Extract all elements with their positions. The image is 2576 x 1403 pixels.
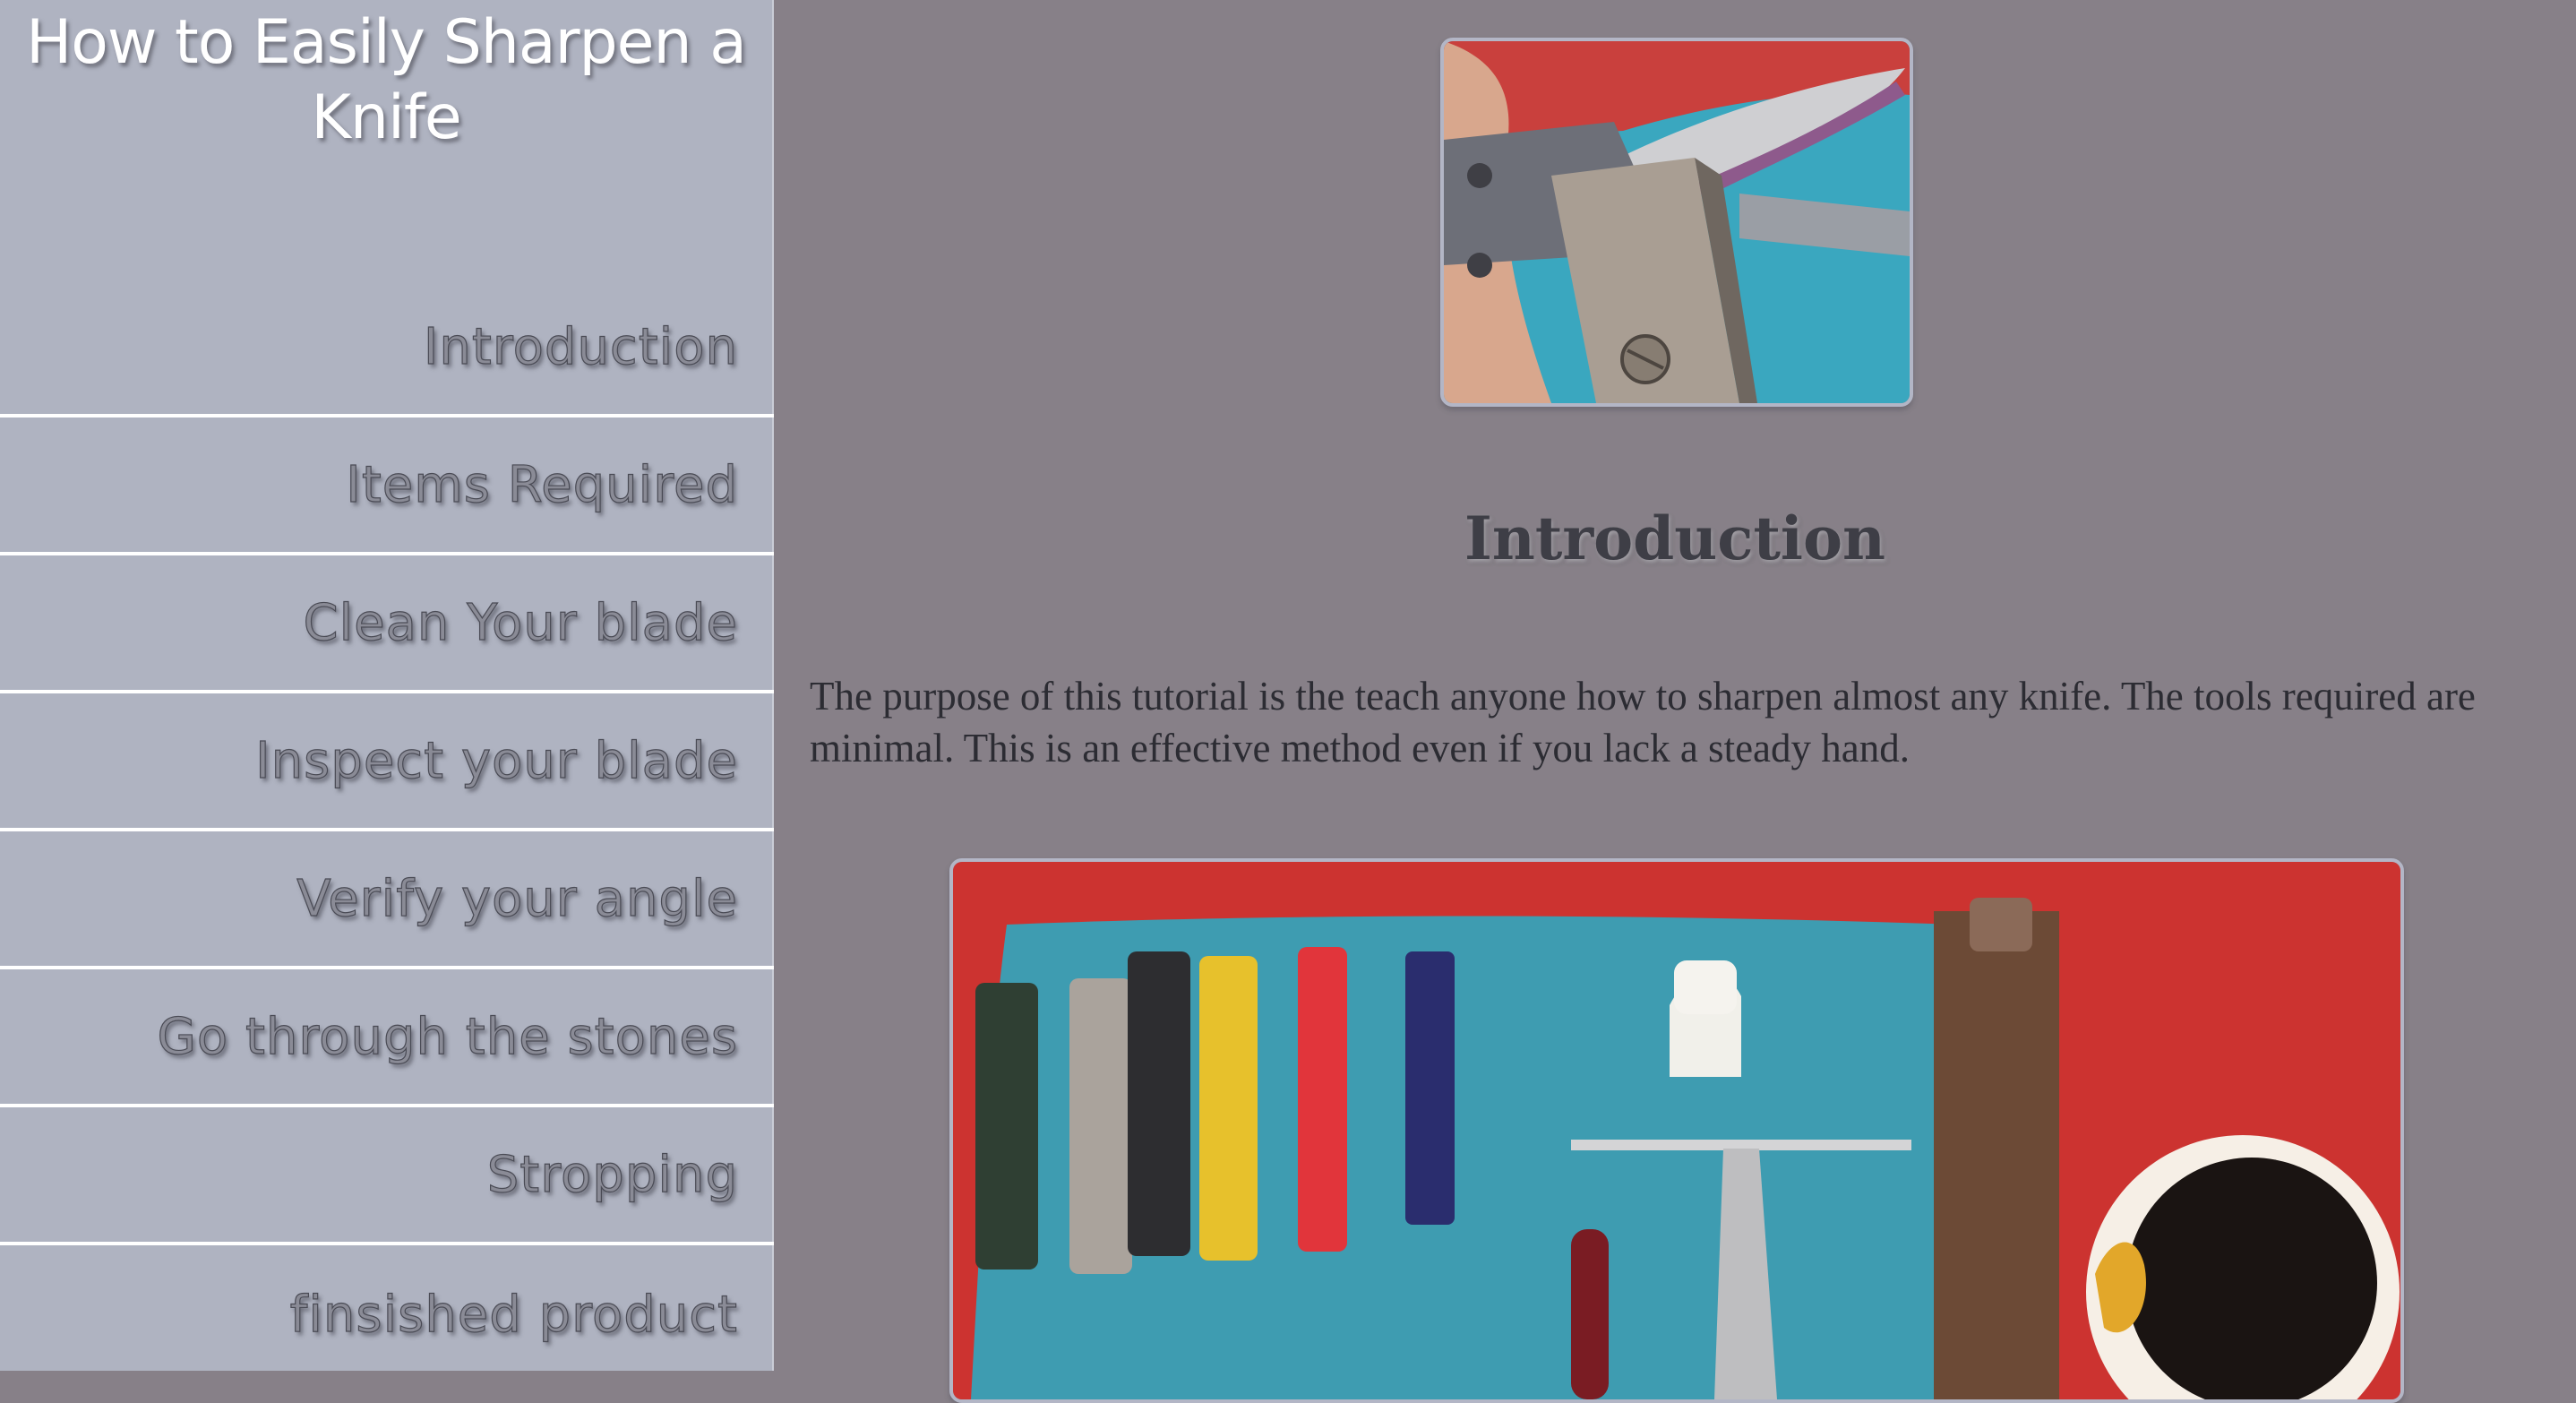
tools-photo xyxy=(949,858,2404,1403)
nav-item-label: Verify your angle xyxy=(296,869,738,928)
nav-item-inspect-your-blade[interactable]: Inspect your blade xyxy=(0,693,774,831)
nav-item-label: Go through the stones xyxy=(157,1007,738,1066)
knife-jig-image xyxy=(1444,41,1910,403)
main-content: Introduction The purpose of this tutoria… xyxy=(774,0,2576,1403)
nav-item-label: Inspect your blade xyxy=(255,731,738,790)
nav-item-items-required[interactable]: Items Required xyxy=(0,417,774,555)
nav-item-finished-product[interactable]: finsished product xyxy=(0,1245,774,1383)
nav-item-label: finsished product xyxy=(289,1285,738,1344)
sidebar-nav: Introduction Items Required Clean Your b… xyxy=(0,280,774,1383)
nav-item-go-through-the-stones[interactable]: Go through the stones xyxy=(0,969,774,1107)
section-heading: Introduction xyxy=(1464,504,1886,573)
knife-jig-photo xyxy=(1440,38,1913,407)
nav-item-verify-your-angle[interactable]: Verify your angle xyxy=(0,831,774,969)
nav-item-label: Items Required xyxy=(346,455,738,514)
nav-item-label: Introduction xyxy=(423,317,738,376)
sidebar: How to Easily Sharpen a Knife Introducti… xyxy=(0,0,774,1371)
nav-item-label: Clean Your blade xyxy=(303,593,738,652)
tools-image xyxy=(953,862,2400,1399)
nav-item-stropping[interactable]: Stropping xyxy=(0,1107,774,1245)
site-title: How to Easily Sharpen a Knife xyxy=(26,7,747,153)
nav-item-introduction[interactable]: Introduction xyxy=(0,280,774,417)
nav-item-label: Stropping xyxy=(486,1145,738,1204)
intro-paragraph: The purpose of this tutorial is the teac… xyxy=(810,674,2476,770)
nav-item-clean-your-blade[interactable]: Clean Your blade xyxy=(0,555,774,693)
